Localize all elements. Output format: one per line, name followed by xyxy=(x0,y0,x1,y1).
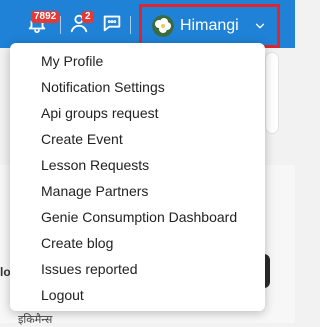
background-card xyxy=(265,52,279,134)
topbar-separator-2 xyxy=(130,16,131,34)
menu-item-my-profile[interactable]: My Profile xyxy=(10,48,265,74)
background-bottom-text: इकिमैन्स xyxy=(18,314,53,326)
chevron-down-icon xyxy=(253,19,267,33)
notifications-badge: 7892 xyxy=(31,11,60,23)
topbar-separator xyxy=(60,16,61,34)
menu-item-logout[interactable]: Logout xyxy=(10,282,265,308)
flower-avatar xyxy=(152,15,174,37)
menu-item-create-event[interactable]: Create Event xyxy=(10,126,265,152)
user-name: Himangi xyxy=(180,17,239,34)
chat-button[interactable] xyxy=(99,10,125,36)
menu-item-api-groups-request[interactable]: Api groups request xyxy=(10,100,265,126)
menu-item-notification-settings[interactable]: Notification Settings xyxy=(10,74,265,100)
top-navigation-bar: 7892 2 Himangi xyxy=(0,0,295,48)
user-dropdown-menu: My Profile Notification Settings Api gro… xyxy=(10,43,265,311)
menu-item-manage-partners[interactable]: Manage Partners xyxy=(10,178,265,204)
menu-item-lesson-requests[interactable]: Lesson Requests xyxy=(10,152,265,178)
menu-item-create-blog[interactable]: Create blog xyxy=(10,230,265,256)
friend-requests-badge: 2 xyxy=(82,11,94,23)
dropdown-list: My Profile Notification Settings Api gro… xyxy=(10,48,265,308)
menu-item-issues-reported[interactable]: Issues reported xyxy=(10,256,265,282)
chat-icon xyxy=(103,15,121,32)
user-menu-trigger[interactable]: Himangi xyxy=(139,4,280,48)
menu-item-genie-consumption-dashboard[interactable]: Genie Consumption Dashboard xyxy=(10,204,265,230)
